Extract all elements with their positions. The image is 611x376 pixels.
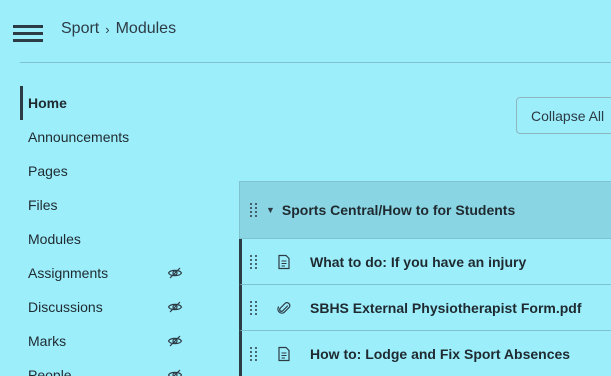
- drag-handle-icon[interactable]: [250, 346, 258, 361]
- breadcrumb-separator: ›: [105, 21, 110, 37]
- sidebar-item-label: Files: [28, 197, 58, 213]
- sidebar-item-pages[interactable]: Pages: [20, 154, 210, 188]
- breadcrumb-current-page: Modules: [115, 20, 177, 37]
- sidebar-item-label: Modules: [28, 231, 81, 247]
- top-bar: Sport › Modules: [0, 0, 611, 62]
- module-header[interactable]: ▼ Sports Central/How to for Students: [239, 181, 611, 239]
- sidebar-item-label: Announcements: [28, 129, 130, 145]
- sidebar-item-people[interactable]: People: [20, 358, 210, 376]
- sidebar-item-files[interactable]: Files: [20, 188, 210, 222]
- sidebar-item-label: Assignments: [28, 265, 109, 281]
- collapse-all-button[interactable]: Collapse All: [516, 97, 611, 134]
- sidebar-item-marks[interactable]: Marks: [20, 324, 210, 358]
- module-title: Sports Central/How to for Students: [281, 202, 516, 218]
- course-navigation: Home Announcements Pages Files Modules A…: [20, 86, 210, 376]
- module-item-title[interactable]: How to: Lodge and Fix Sport Absences: [310, 346, 570, 362]
- drag-handle-icon[interactable]: [250, 254, 258, 269]
- drag-handle-icon[interactable]: [250, 300, 258, 315]
- eye-slash-icon: [167, 335, 183, 347]
- page-icon: [278, 254, 290, 269]
- sidebar-item-label: Marks: [28, 333, 67, 349]
- module-item-title[interactable]: What to do: If you have an injury: [310, 254, 526, 270]
- module-container: ▼ Sports Central/How to for Students Wha…: [239, 181, 611, 376]
- drag-handle-icon[interactable]: [250, 203, 258, 217]
- eye-slash-icon: [167, 267, 183, 279]
- eye-slash-icon: [167, 369, 183, 376]
- sidebar-item-discussions[interactable]: Discussions: [20, 290, 210, 324]
- attachment-icon: [277, 301, 291, 314]
- sidebar-item-modules[interactable]: Modules: [20, 222, 210, 256]
- sidebar-item-label: Pages: [28, 163, 68, 179]
- breadcrumb: Sport › Modules: [61, 20, 176, 38]
- caret-down-icon[interactable]: ▼: [266, 205, 275, 215]
- sidebar-item-label: People: [28, 367, 72, 376]
- sidebar-item-assignments[interactable]: Assignments: [20, 256, 210, 290]
- module-item[interactable]: SBHS External Physiotherapist Form.pdf: [239, 285, 611, 331]
- sidebar-item-home[interactable]: Home: [20, 86, 210, 120]
- hamburger-menu-icon[interactable]: [13, 22, 43, 42]
- eye-slash-icon: [167, 301, 183, 313]
- header-divider: [20, 62, 611, 63]
- sidebar-item-announcements[interactable]: Announcements: [20, 120, 210, 154]
- page-icon: [278, 346, 290, 361]
- sidebar-item-label: Home: [28, 95, 67, 111]
- module-item-title[interactable]: SBHS External Physiotherapist Form.pdf: [310, 300, 582, 316]
- sidebar-item-label: Discussions: [28, 299, 103, 315]
- module-item[interactable]: What to do: If you have an injury: [239, 239, 611, 285]
- breadcrumb-course-link[interactable]: Sport: [61, 20, 99, 38]
- module-item[interactable]: How to: Lodge and Fix Sport Absences: [239, 331, 611, 376]
